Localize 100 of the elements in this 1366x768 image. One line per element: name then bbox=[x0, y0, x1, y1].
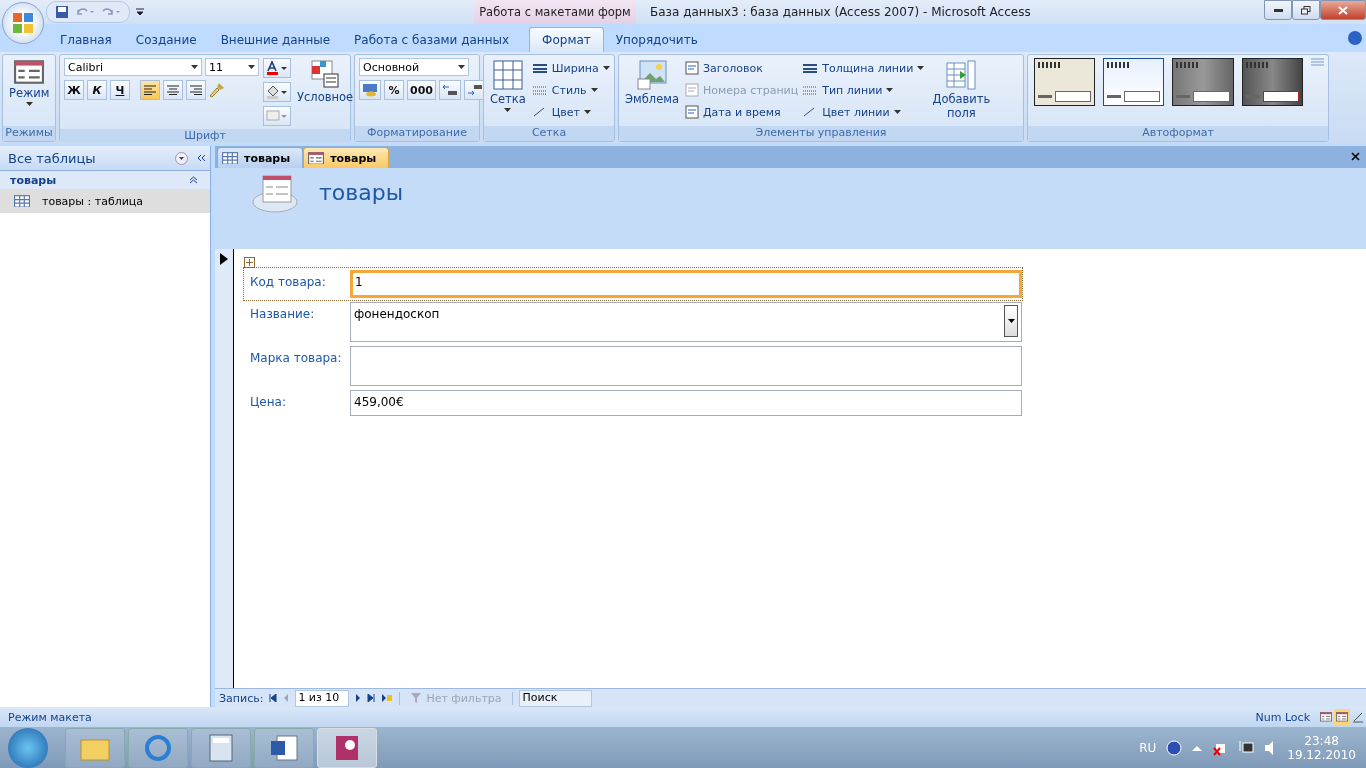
filter-icon bbox=[410, 692, 423, 704]
decimal-arrow-icon bbox=[466, 83, 483, 97]
ribbon-tab[interactable]: Формат bbox=[529, 27, 604, 52]
font-color-icon bbox=[266, 61, 288, 75]
next-record-icon[interactable] bbox=[355, 694, 362, 702]
layout-move-handle-icon[interactable] bbox=[244, 257, 255, 268]
ribbon-tab[interactable]: Работа с базами данных bbox=[342, 28, 522, 52]
document-tab[interactable]: товары bbox=[217, 147, 304, 168]
new-record-icon[interactable] bbox=[381, 694, 394, 702]
search-field[interactable]: Поиск bbox=[518, 689, 592, 707]
last-record-icon[interactable] bbox=[367, 694, 376, 702]
grid-option-button[interactable]: Ширина bbox=[531, 58, 610, 78]
text-field[interactable]: 459,00€ bbox=[350, 390, 1022, 416]
line-option-button[interactable]: Цвет линии bbox=[802, 102, 925, 122]
group-label: Режимы bbox=[3, 126, 55, 141]
dropdown-arrow-icon bbox=[504, 108, 512, 112]
grid-option-button[interactable]: Стиль bbox=[531, 80, 610, 100]
dropdown-arrow-icon bbox=[886, 88, 894, 92]
start-button[interactable] bbox=[8, 727, 48, 768]
view-button[interactable] bbox=[1318, 709, 1334, 725]
record-number-field[interactable]: 1 из 10 bbox=[295, 689, 350, 707]
autoformat-style-thumbnail[interactable] bbox=[1172, 58, 1234, 106]
format-painter-icon[interactable] bbox=[209, 82, 225, 98]
text-field[interactable]: 1 bbox=[350, 270, 1022, 298]
taskbar-app-button[interactable] bbox=[191, 727, 251, 768]
picture-icon bbox=[636, 60, 667, 90]
first-record-icon[interactable] bbox=[269, 694, 278, 702]
dropdown-circle-icon[interactable] bbox=[175, 151, 188, 165]
gridlines-icon bbox=[266, 110, 288, 122]
currency-button[interactable] bbox=[359, 80, 381, 100]
minimize-button[interactable] bbox=[1264, 0, 1292, 20]
taskbar-app-button[interactable] bbox=[254, 727, 314, 768]
field-label: Название: bbox=[249, 306, 316, 323]
document-tab[interactable]: товары bbox=[303, 147, 390, 168]
office-button[interactable] bbox=[2, 2, 44, 44]
collapse-group-icon[interactable] bbox=[189, 176, 198, 184]
insert-control-button[interactable]: Дата и время bbox=[684, 102, 799, 122]
font-style-button[interactable]: К bbox=[87, 80, 107, 100]
autoformat-style-thumbnail[interactable] bbox=[1241, 58, 1303, 106]
group-label: Сетка bbox=[484, 126, 614, 141]
close-icon[interactable] bbox=[1351, 151, 1360, 161]
coins-icon bbox=[362, 83, 378, 97]
customize-toolbar-icon[interactable] bbox=[136, 8, 144, 16]
font-color-button[interactable] bbox=[263, 58, 291, 78]
group-label: Форматирование bbox=[355, 126, 479, 141]
insert-control-button[interactable]: Заголовок bbox=[684, 58, 799, 78]
table-grid-icon bbox=[222, 151, 238, 165]
window-title: База данных3 : база данных (Access 2007) - Microsoft Access bbox=[650, 5, 1031, 19]
save-icon[interactable] bbox=[55, 5, 69, 19]
font-style-button[interactable]: Ж bbox=[64, 80, 84, 100]
ribbon-tab[interactable]: Главная bbox=[48, 28, 124, 52]
network-icon[interactable] bbox=[1238, 739, 1255, 756]
add-fields-button[interactable]: Добавить поля bbox=[928, 58, 995, 122]
word-document-icon bbox=[269, 733, 299, 762]
dropdown-arrow-icon bbox=[458, 65, 465, 69]
office-logo-icon bbox=[12, 12, 34, 34]
autoformat-style-thumbnail[interactable] bbox=[1034, 58, 1096, 106]
ribbon-tab[interactable]: Создание bbox=[123, 28, 209, 52]
logo-button[interactable]: Эмблема bbox=[623, 58, 681, 108]
fill-color-button[interactable] bbox=[263, 82, 291, 102]
field-label: Цена: bbox=[249, 394, 287, 411]
ribbon-tab[interactable]: Внешние данные bbox=[208, 28, 343, 52]
dropdown-arrow-icon bbox=[191, 65, 198, 69]
dotted-line-icon bbox=[531, 84, 548, 96]
close-icon bbox=[1338, 5, 1348, 15]
form-icon bbox=[1336, 712, 1348, 722]
help-icon[interactable] bbox=[1166, 739, 1183, 756]
font-name-dropdown[interactable]: Calibri bbox=[64, 58, 202, 76]
ribbon-tab[interactable]: Упорядочить bbox=[603, 28, 710, 52]
view-button[interactable] bbox=[1334, 709, 1350, 725]
close-button[interactable] bbox=[1320, 0, 1366, 20]
text-align-icon bbox=[190, 85, 202, 95]
collapse-pane-icon[interactable] bbox=[196, 154, 206, 162]
number-format-button[interactable]: 000 bbox=[407, 80, 436, 100]
align-button[interactable] bbox=[140, 80, 160, 100]
align-button[interactable] bbox=[186, 80, 206, 100]
autoformat-style-thumbnail[interactable] bbox=[1103, 58, 1165, 106]
group-label: Элементы управления bbox=[619, 126, 1023, 141]
help-icon[interactable] bbox=[1348, 31, 1362, 45]
line-option-button[interactable]: Тип линии bbox=[802, 80, 925, 100]
format-dropdown[interactable]: Основной bbox=[359, 58, 469, 76]
font-size-dropdown[interactable]: 11 bbox=[205, 58, 259, 76]
number-format-button[interactable]: % bbox=[384, 80, 404, 100]
combo-box[interactable]: фонендоскоп bbox=[350, 302, 1022, 342]
decrease-decimals-button[interactable] bbox=[463, 80, 486, 100]
conditional-format-button[interactable]: Условное bbox=[295, 58, 356, 106]
restore-button[interactable] bbox=[1292, 0, 1320, 20]
field-label: Марка товара: bbox=[249, 350, 343, 367]
align-button[interactable] bbox=[163, 80, 183, 100]
nav-group-title[interactable]: товары bbox=[10, 173, 57, 187]
num-lock-indicator: Num Lock bbox=[1255, 710, 1310, 724]
nav-item[interactable]: товары : таблица bbox=[0, 189, 210, 213]
increase-decimals-button[interactable] bbox=[438, 80, 461, 100]
mode-button[interactable]: Режим bbox=[7, 58, 52, 108]
grid-option-button[interactable]: Цвет bbox=[531, 102, 610, 122]
grid-button[interactable]: Сетка bbox=[488, 58, 528, 114]
line-option-button[interactable]: Толщина линии bbox=[802, 58, 925, 78]
font-style-button[interactable]: Ч bbox=[110, 80, 130, 100]
add-fields-icon bbox=[946, 60, 977, 90]
dropdown-arrow-icon[interactable] bbox=[1007, 319, 1015, 323]
